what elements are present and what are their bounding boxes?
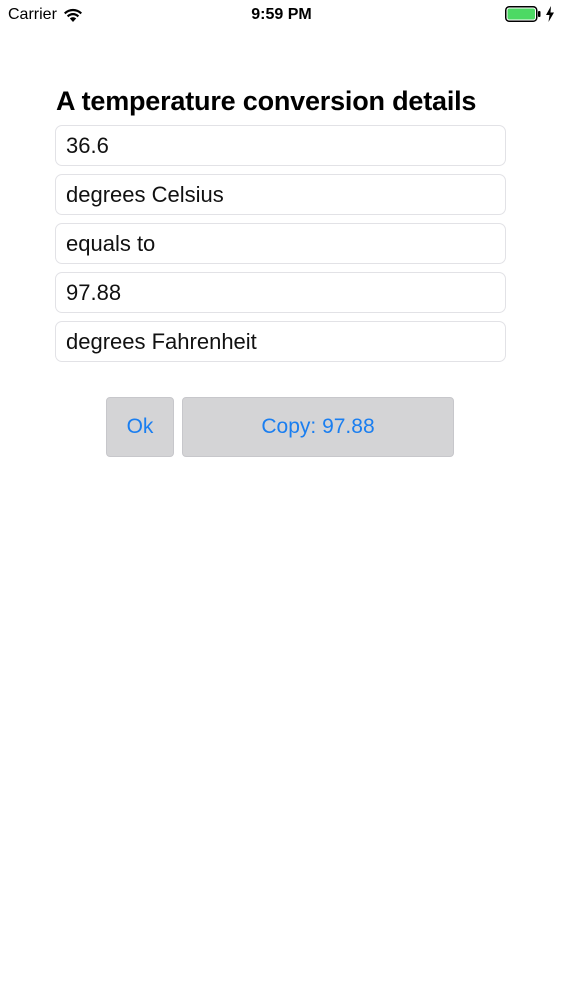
result-unit-field[interactable] <box>55 321 506 362</box>
input-value-field[interactable] <box>55 125 506 166</box>
input-unit-field[interactable] <box>55 174 506 215</box>
relation-field[interactable] <box>55 223 506 264</box>
battery-indicator <box>505 6 555 22</box>
page-title: A temperature conversion details <box>56 86 477 116</box>
ok-button[interactable]: Ok <box>106 397 174 457</box>
status-time: 9:59 PM <box>251 6 312 23</box>
status-bar: Carrier 9:59 PM <box>0 0 563 30</box>
battery-icon <box>505 6 541 22</box>
action-buttons: Ok Copy: 97.88 <box>106 397 454 457</box>
copy-result-button[interactable]: Copy: 97.88 <box>182 397 454 457</box>
charging-bolt-icon <box>546 6 554 22</box>
result-value-field[interactable] <box>55 272 506 313</box>
conversion-fields <box>55 125 506 370</box>
